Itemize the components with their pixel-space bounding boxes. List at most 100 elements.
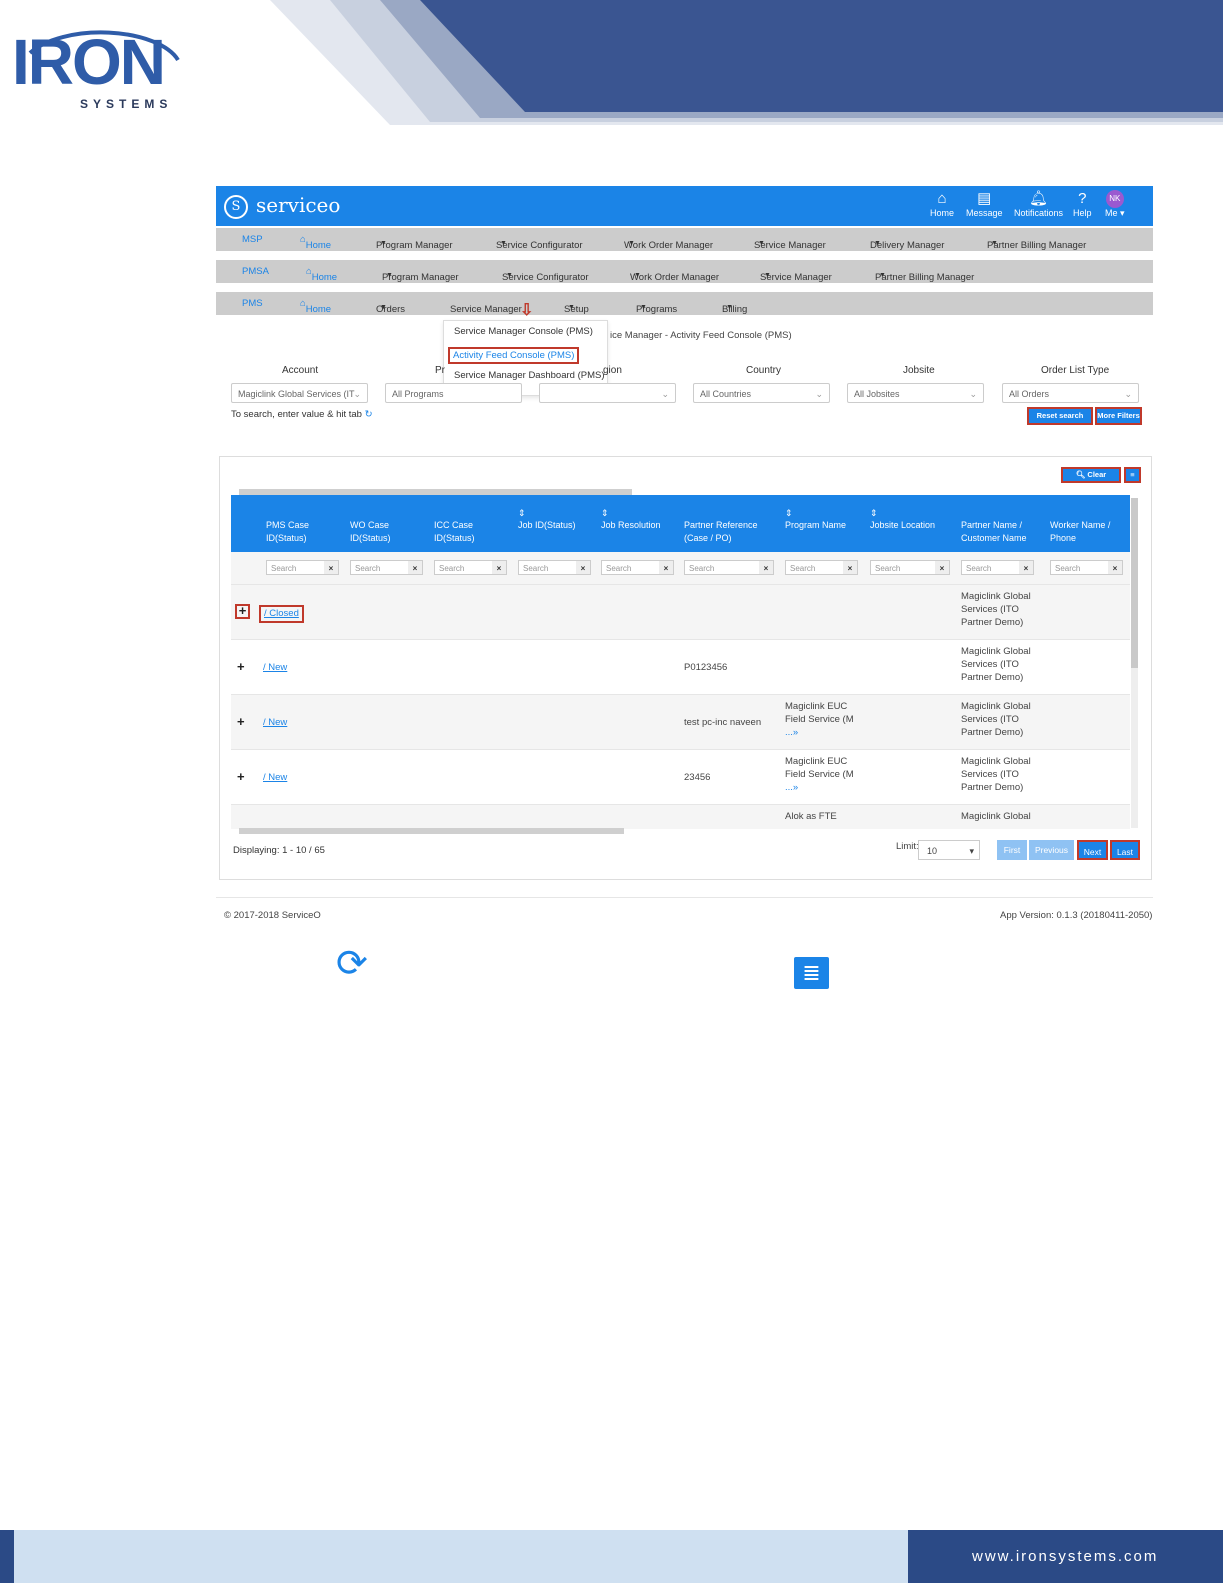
- last-page-button[interactable]: Last: [1110, 840, 1140, 860]
- previous-page-button[interactable]: Previous: [1029, 840, 1074, 860]
- bell-icon: 🔔︎: [1028, 190, 1049, 207]
- search-input[interactable]: Search ×: [870, 560, 950, 575]
- search-input[interactable]: Search ×: [684, 560, 774, 575]
- menu-pms-home[interactable]: ⌂ Home: [300, 298, 331, 315]
- label: Partner Reference (Case / PO): [684, 520, 758, 543]
- close-icon[interactable]: ×: [843, 561, 857, 574]
- search-input[interactable]: Search ×: [518, 560, 591, 575]
- value: All Jobsites: [854, 389, 900, 399]
- column-toggle-button[interactable]: ≡: [1124, 467, 1141, 483]
- search-input[interactable]: Search ×: [1050, 560, 1123, 575]
- search-input[interactable]: Search ×: [434, 560, 507, 575]
- breadcrumb: ice Manager - Activity Feed Console (PMS…: [610, 330, 792, 341]
- partner-line1: Magiclink Global: [961, 756, 1031, 767]
- label: Partner Name / Customer Name: [961, 520, 1027, 543]
- bottom-scrollbar[interactable]: [239, 828, 624, 834]
- partner-ref: test pc-inc naveen: [684, 717, 762, 728]
- expand-icon[interactable]: +: [235, 604, 250, 619]
- reset-search-button[interactable]: Reset search filter: [1027, 407, 1093, 434]
- first-page-button[interactable]: First: [997, 840, 1027, 860]
- placeholder: Search: [875, 564, 901, 573]
- partner-line2: Services (ITO: [961, 659, 1019, 670]
- chevron-down-icon: ⌄: [815, 389, 823, 399]
- menu-pmsa-role[interactable]: PMSA: [242, 266, 269, 277]
- dropdown-item-dashboard[interactable]: Service Manager Dashboard (PMS): [454, 370, 604, 381]
- menu-msp-role[interactable]: MSP: [242, 234, 263, 245]
- col-job-id[interactable]: Job ID(Status) ⇕: [518, 507, 598, 530]
- region-select[interactable]: ⌄: [539, 383, 676, 403]
- partner-line1: Magiclink Global: [961, 701, 1031, 712]
- status-link[interactable]: / New: [263, 771, 287, 785]
- account-select[interactable]: Magiclink Global Services (IT ⌄: [231, 383, 368, 403]
- menu-pms-role[interactable]: PMS: [242, 298, 263, 309]
- col-job-resolution[interactable]: Job Resolution ⇕: [601, 507, 681, 530]
- partner-line2: Services (ITO: [961, 769, 1019, 780]
- message-nav[interactable]: ▤ Message: [966, 190, 1003, 218]
- partner-line3: Partner Demo): [961, 782, 1024, 793]
- status-link[interactable]: / New: [263, 661, 287, 675]
- caret-icon: ▼: [758, 240, 765, 247]
- program-more-link[interactable]: ...»: [785, 781, 798, 795]
- program-select[interactable]: All Programs: [385, 383, 522, 403]
- search-input[interactable]: Search ×: [961, 560, 1034, 575]
- menu-msp-home[interactable]: ⌂ Home: [300, 234, 331, 251]
- order-type-select[interactable]: All Orders ⌄: [1002, 383, 1139, 403]
- vertical-scrollbar-thumb[interactable]: [1131, 498, 1138, 668]
- close-icon[interactable]: ×: [1019, 561, 1033, 574]
- app-topbar: Sserviceo ⌂ Home ▤ Message 🔔︎ Notifications…: [216, 186, 1153, 226]
- brand[interactable]: Sserviceo: [224, 193, 340, 219]
- arrow-down-icon: ⇩: [520, 302, 534, 319]
- more-filters-button[interactable]: More Filters: [1095, 407, 1142, 425]
- notifications-nav[interactable]: 🔔︎ Notifications: [1014, 190, 1063, 218]
- brand-logo-icon: S: [224, 194, 248, 219]
- program-more-link[interactable]: ...»: [785, 726, 798, 740]
- program-line1: Magiclink EUC: [785, 701, 848, 712]
- filter-label-program: Pr: [435, 365, 445, 376]
- placeholder: Search: [689, 564, 715, 573]
- dropdown-item-activity-feed[interactable]: Activity Feed Console (PMS): [448, 347, 580, 364]
- partner-line1: Magiclink Global: [961, 646, 1031, 657]
- partner-line3: Partner Demo): [961, 727, 1024, 738]
- close-icon[interactable]: ×: [659, 561, 673, 574]
- me-nav[interactable]: NK Me ▾: [1105, 190, 1125, 219]
- status-link[interactable]: / Closed: [259, 605, 304, 623]
- home-nav[interactable]: ⌂ Home: [930, 190, 954, 218]
- col-jobsite-location[interactable]: Jobsite Location ⇕: [870, 507, 960, 530]
- close-icon[interactable]: ×: [324, 561, 338, 574]
- help-nav[interactable]: ? Help: [1073, 190, 1092, 218]
- menu-pmsa-home[interactable]: ⌂ Home: [306, 266, 337, 283]
- limit-select[interactable]: 10 ▾: [918, 840, 980, 860]
- country-select[interactable]: All Countries ⌄: [693, 383, 830, 403]
- search-input[interactable]: Search ×: [350, 560, 423, 575]
- next-page-button[interactable]: Next: [1077, 840, 1108, 860]
- close-icon[interactable]: ×: [935, 561, 949, 574]
- search-input[interactable]: Search ×: [785, 560, 858, 575]
- expand-icon[interactable]: +: [237, 770, 245, 784]
- close-icon[interactable]: ×: [492, 561, 506, 574]
- caret-icon: ▼: [991, 240, 998, 247]
- expand-icon[interactable]: +: [237, 660, 245, 674]
- dropdown-item-console[interactable]: Service Manager Console (PMS): [454, 326, 593, 337]
- search-input[interactable]: Search ×: [601, 560, 674, 575]
- partner-ref: 23456: [684, 772, 711, 783]
- jobsite-select[interactable]: All Jobsites ⌄: [847, 383, 984, 403]
- col-program-name[interactable]: Program Name ⇕: [785, 507, 865, 530]
- filter-label-country: Country: [746, 365, 782, 376]
- menu-pms: PMS ⌂ Home Orders ▼ Service Manager Setup…: [216, 292, 1153, 315]
- close-icon[interactable]: ×: [408, 561, 422, 574]
- table-row: + / Closed Magiclink Global Services (IT…: [231, 584, 1130, 640]
- status-link[interactable]: / New: [263, 716, 287, 730]
- search-input[interactable]: Search ×: [266, 560, 339, 575]
- label: Worker Name / Phone: [1050, 520, 1111, 543]
- close-icon[interactable]: ×: [1108, 561, 1122, 574]
- close-icon[interactable]: ×: [576, 561, 590, 574]
- caret-icon: ▼: [628, 240, 635, 247]
- clear-search-button[interactable]: 🔍︎ Clear Search: [1061, 467, 1121, 491]
- caret-icon: ▼: [879, 272, 886, 279]
- refresh-icon[interactable]: ↻: [365, 409, 373, 420]
- label: Partner Billing Manager: [875, 272, 975, 283]
- close-icon[interactable]: ×: [759, 561, 773, 574]
- menu-msp: MSP ⌂ Home Program Manager ▼ Service Conf…: [216, 228, 1153, 251]
- footer-url[interactable]: www.ironsystems.com: [972, 1548, 1158, 1565]
- expand-icon[interactable]: +: [237, 715, 245, 729]
